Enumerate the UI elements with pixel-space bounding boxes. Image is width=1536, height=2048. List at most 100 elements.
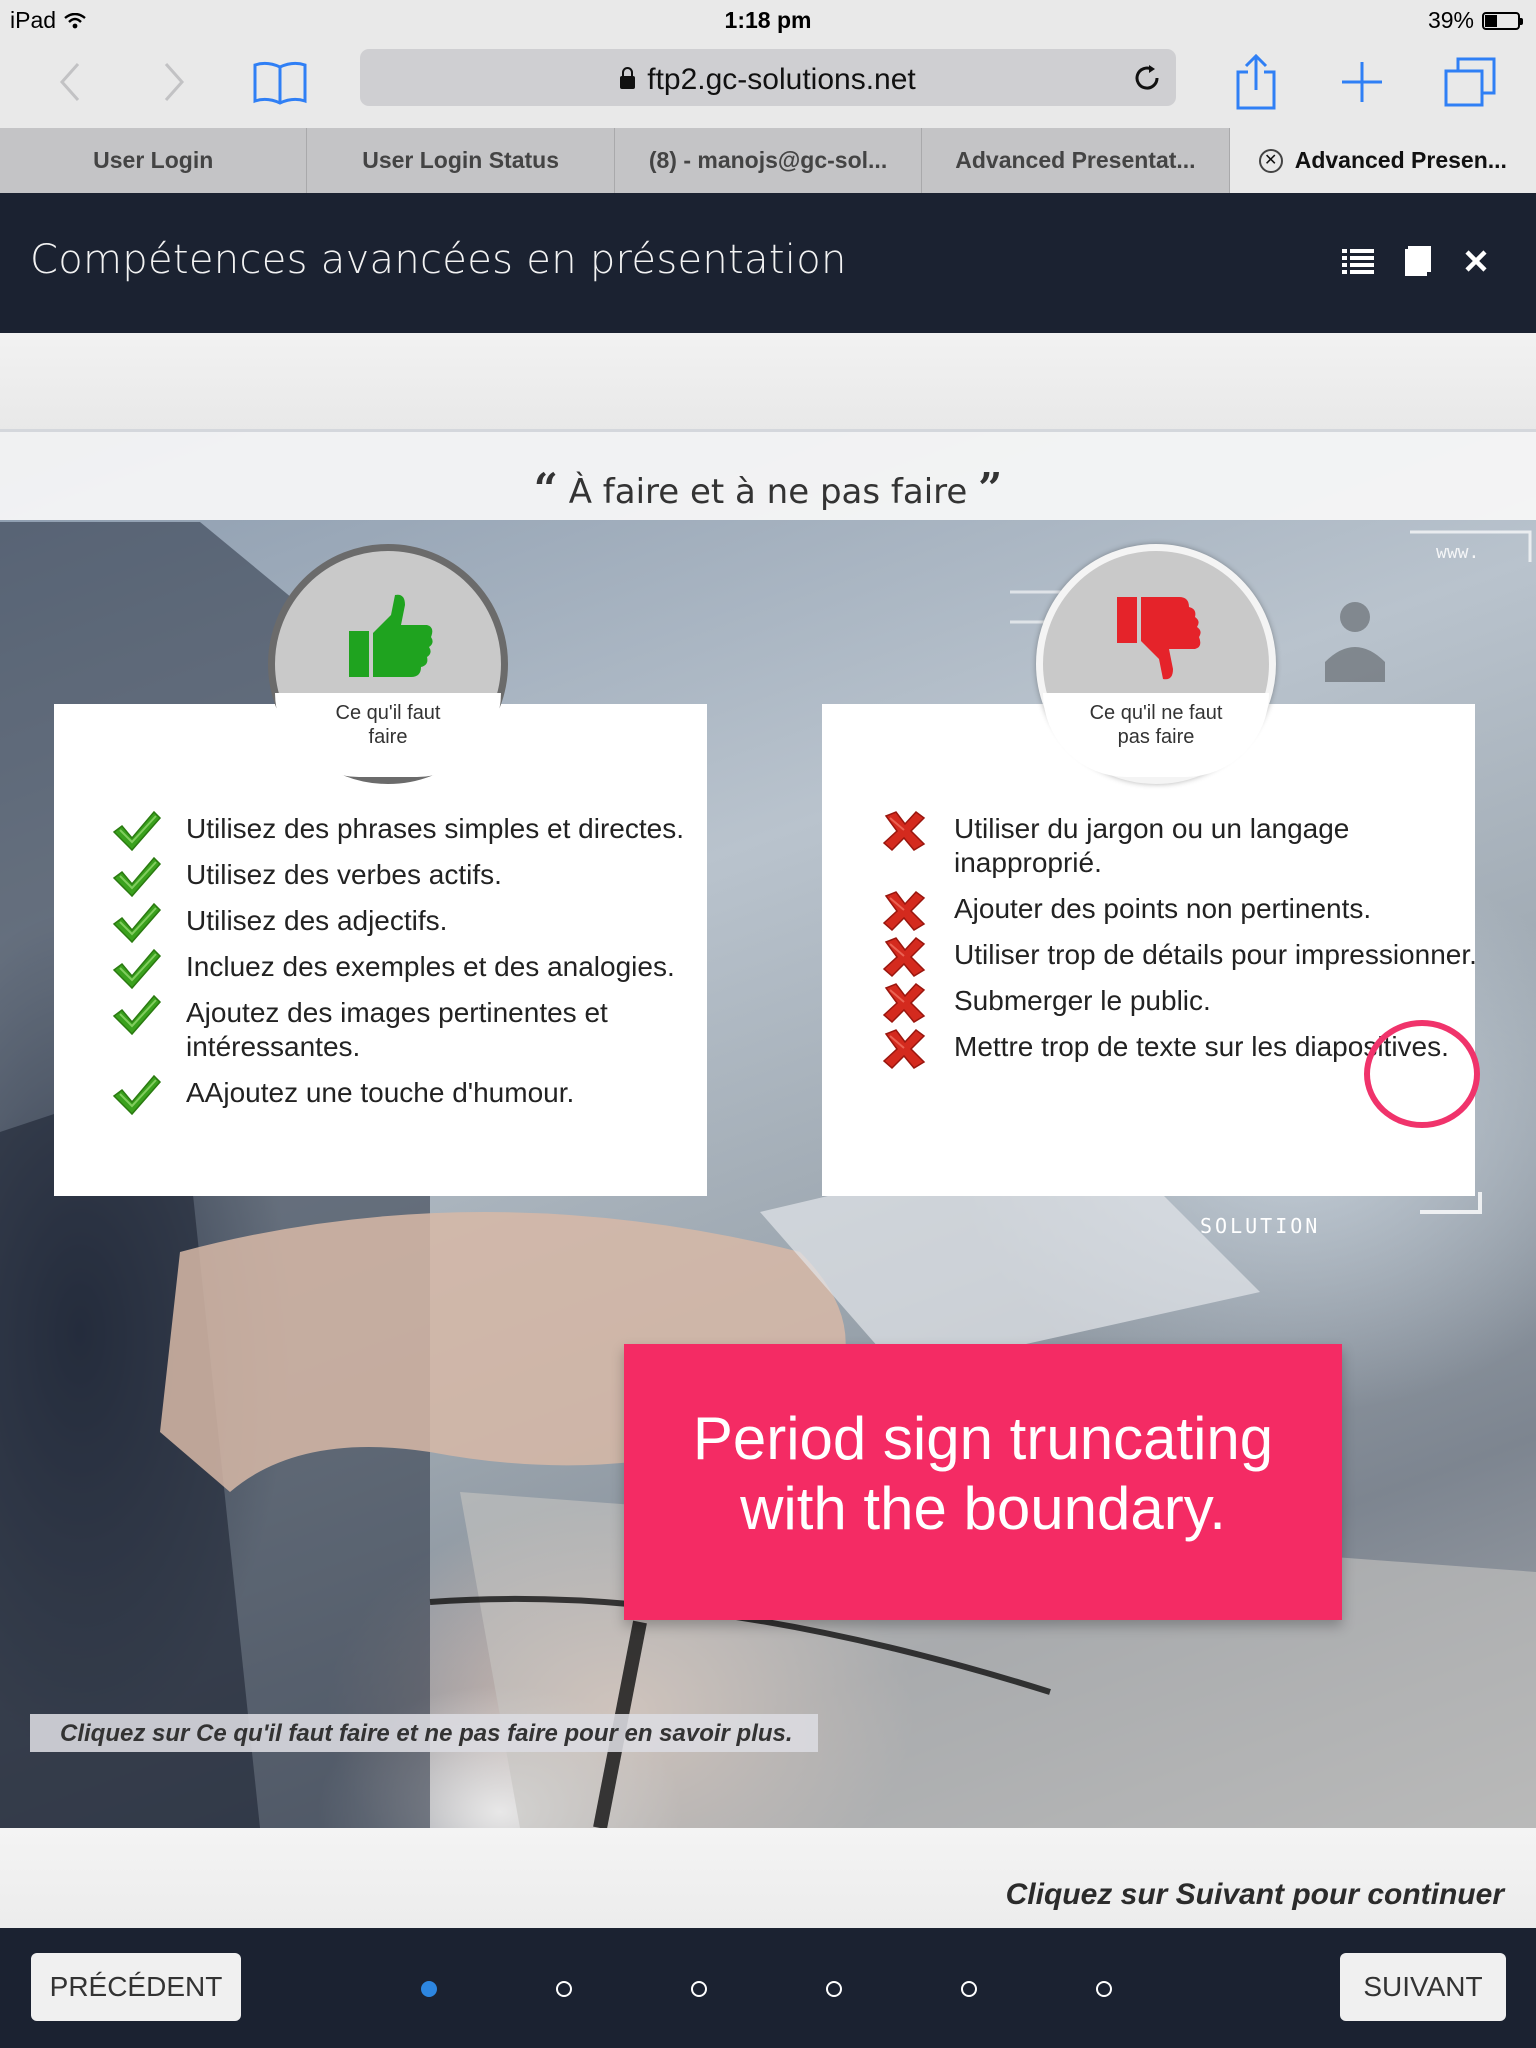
thumbs-up-icon — [349, 594, 433, 677]
close-tab-icon[interactable]: ✕ — [1258, 148, 1283, 173]
list-item: Utilisez des phrases simples et directes… — [110, 810, 710, 852]
list-item: Ajouter des points non pertinents. — [878, 890, 1498, 932]
slide: www. SOLUTION “ À faire et à ne pas fair… — [0, 432, 1536, 1828]
checkmark-icon — [112, 902, 162, 944]
list-icon — [1342, 249, 1374, 274]
course-title: Compétences avancées en présentation — [30, 237, 847, 283]
list-item: Utiliser du jargon ou un langage inappro… — [878, 810, 1498, 880]
cross-icon — [882, 810, 926, 852]
slide-hint: Cliquez sur Ce qu'il faut faire et ne pa… — [30, 1714, 818, 1752]
page-dot[interactable] — [961, 1981, 977, 1997]
url-text-wrap: ftp2.gc-solutions.net — [360, 63, 1176, 97]
tab-label: User Login Status — [362, 147, 560, 173]
list-item: Incluez des exemples et des analogies. — [110, 948, 710, 990]
browser-tabs: User Login User Login Status (8) - manoj… — [0, 128, 1536, 193]
chevron-left-icon — [59, 63, 80, 101]
dont-button[interactable]: Ce qu'il ne faut pas faire — [1036, 544, 1276, 784]
list-item: Utiliser trop de détails pour impression… — [878, 936, 1498, 978]
plus-icon — [1342, 62, 1382, 102]
course-header: Compétences avancées en présentation — [0, 193, 1536, 333]
annotation-highlight-circle — [1364, 1020, 1480, 1128]
list-item: Utilisez des adjectifs. — [110, 902, 710, 944]
next-button[interactable]: SUIVANT — [1340, 1953, 1506, 2021]
slide-title: “ À faire et à ne pas faire ” — [0, 464, 1536, 513]
tab-mail[interactable]: (8) - manojs@gc-sol... — [615, 128, 923, 193]
tab-label: User Login — [93, 147, 214, 173]
cross-icon — [882, 1028, 926, 1070]
close-course-button[interactable] — [1458, 243, 1494, 279]
annotation-line2: with the boundary. — [740, 1475, 1226, 1542]
bookmarks-button[interactable] — [250, 52, 310, 112]
tabs-icon — [1444, 57, 1496, 107]
book-icon — [253, 61, 307, 105]
tabs-overview-button[interactable] — [1440, 52, 1500, 112]
list-item-text: Utiliser du jargon ou un langage inappro… — [954, 813, 1350, 878]
checkmark-icon — [112, 994, 162, 1036]
slide-title-text: À faire et à ne pas faire — [568, 472, 968, 512]
dont-caption-line1: Ce qu'il ne faut — [1089, 702, 1223, 724]
list-item-text: AAjoutez une touche d'humour. — [186, 1077, 575, 1108]
continue-hint: Cliquez sur Suivant pour continuer — [1005, 1878, 1504, 1911]
list-item-text: Utiliser trop de détails pour impression… — [954, 939, 1477, 970]
slide-top-band — [0, 333, 1536, 433]
checkmark-icon — [112, 1074, 162, 1116]
open-quote: “ — [533, 464, 558, 513]
resources-button[interactable] — [1400, 243, 1436, 279]
checkmark-icon — [112, 810, 162, 852]
tab-advanced-presentation-active[interactable]: ✕ Advanced Presen... — [1229, 128, 1536, 193]
do-caption-line2: faire — [368, 726, 408, 748]
new-tab-button[interactable] — [1332, 52, 1392, 112]
cross-icon — [882, 982, 926, 1024]
tab-label: Advanced Presen... — [1294, 147, 1507, 173]
close-icon — [1465, 250, 1487, 272]
list-item: AAjoutez une touche d'humour. — [110, 1074, 710, 1116]
chevron-right-icon — [164, 63, 185, 101]
dont-caption-line2: pas faire — [1117, 726, 1195, 748]
status-bar: iPad 1:18 pm 39% — [0, 0, 1536, 40]
url-text: ftp2.gc-solutions.net — [647, 63, 916, 96]
page-dot[interactable] — [826, 1981, 842, 1997]
browser-toolbar: ftp2.gc-solutions.net — [0, 40, 1536, 128]
forward-button[interactable] — [144, 52, 204, 112]
background-solution-text: SOLUTION — [1200, 1214, 1321, 1238]
menu-list-button[interactable] — [1340, 243, 1376, 279]
page-dot[interactable] — [556, 1981, 572, 1997]
back-button[interactable] — [40, 52, 100, 112]
tab-advanced-presentation[interactable]: Advanced Presentat... — [922, 128, 1230, 193]
tab-user-login[interactable]: User Login — [0, 128, 308, 193]
list-item-text: Ajoutez des images pertinentes et intére… — [186, 997, 608, 1062]
footer-nav: PRÉCÉDENT SUIVANT — [0, 1928, 1536, 2048]
reload-icon[interactable] — [1132, 63, 1162, 93]
checkmark-icon — [112, 948, 162, 990]
background-www-text: www. — [1436, 542, 1480, 563]
close-quote: ” — [978, 464, 1003, 513]
do-list: Utilisez des phrases simples et directes… — [110, 810, 710, 1122]
battery-fill — [1485, 14, 1498, 27]
page-dot[interactable] — [1096, 1981, 1112, 1997]
tab-label: Advanced Presentat... — [955, 147, 1196, 173]
lock-icon — [620, 67, 636, 89]
list-item-text: Submerger le public. — [954, 985, 1211, 1016]
page-dot[interactable] — [421, 1981, 437, 1997]
thumbs-down-icon — [1117, 597, 1201, 680]
clock: 1:18 pm — [724, 7, 812, 33]
checkmark-icon — [112, 856, 162, 898]
tab-user-login-status[interactable]: User Login Status — [307, 128, 615, 193]
list-item: Utilisez des verbes actifs. — [110, 856, 710, 898]
page-dot[interactable] — [691, 1981, 707, 1997]
annotation-line1: Period sign truncating — [692, 1405, 1274, 1472]
list-item-text: Utilisez des adjectifs. — [186, 905, 448, 936]
address-bar[interactable]: ftp2.gc-solutions.net — [360, 49, 1176, 106]
slide-title-band: “ À faire et à ne pas faire ” — [0, 432, 1536, 520]
book-icon — [1405, 246, 1431, 276]
annotation-callout: Period sign truncating with the boundary… — [624, 1344, 1342, 1620]
list-item: Ajoutez des images pertinentes et intére… — [110, 994, 710, 1064]
do-button[interactable]: Ce qu'il faut faire — [268, 544, 508, 784]
tab-label: (8) - manojs@gc-sol... — [648, 147, 888, 173]
cross-icon — [882, 936, 926, 978]
slide-hint-text: Cliquez sur Ce qu'il faut faire et ne pa… — [60, 1720, 793, 1747]
previous-button[interactable]: PRÉCÉDENT — [31, 1953, 241, 2021]
list-item-text: Utilisez des phrases simples et directes… — [186, 813, 684, 844]
share-button[interactable] — [1226, 52, 1286, 112]
list-item: Submerger le public. — [878, 982, 1498, 1024]
